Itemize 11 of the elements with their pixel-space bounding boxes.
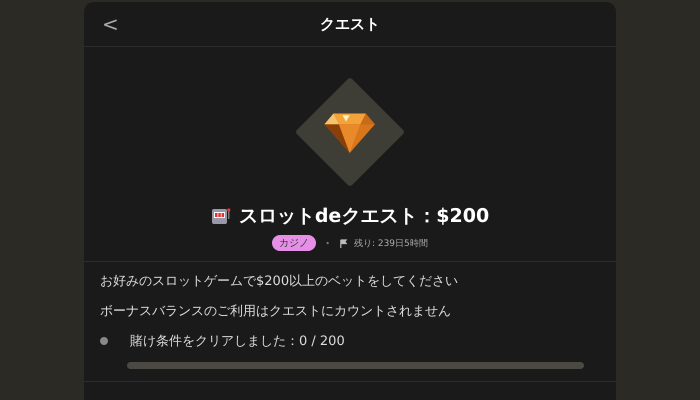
flag-icon (338, 238, 348, 248)
back-button[interactable]: < (96, 10, 125, 38)
quest-description: ボーナスバランスのご利用はクエストにカウントされません (100, 303, 452, 320)
quest-description: お好みのスロットゲームで$200以上のベットをしてください (100, 273, 460, 290)
separator-dot: • (325, 238, 330, 248)
slot-machine-icon (210, 207, 231, 225)
category-tag: カジノ (272, 235, 316, 251)
page-title: クエスト (320, 14, 380, 34)
remaining-time: 残り: 239日5時間 (354, 238, 428, 250)
quest-title: スロットdeクエスト：$200 (238, 204, 490, 229)
progress-label: 賭け条件をクリアしました：0 / 200 (130, 333, 345, 350)
